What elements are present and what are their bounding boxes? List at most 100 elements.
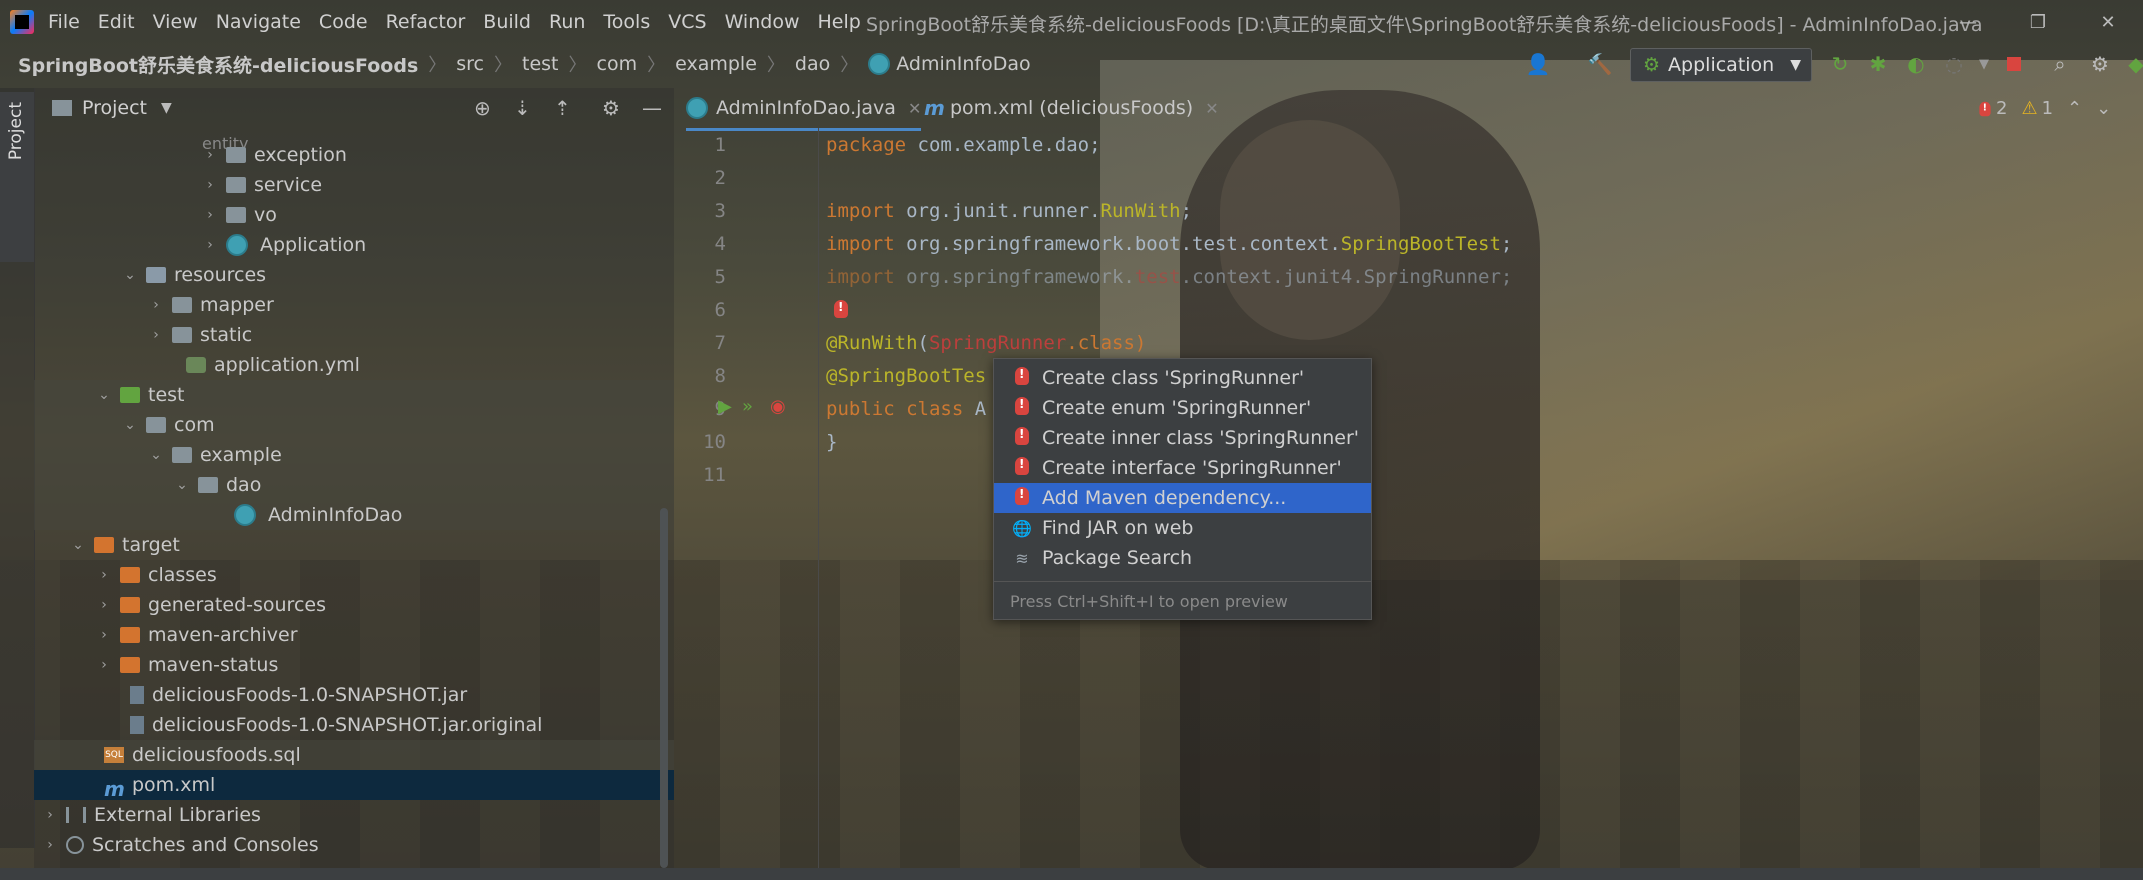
menu-view[interactable]: View	[153, 11, 198, 33]
chevron-right-icon[interactable]: ›	[34, 657, 112, 673]
chevron-right-icon[interactable]: ›	[34, 567, 112, 583]
breadcrumb-com[interactable]: com	[597, 53, 638, 75]
menu-file[interactable]: File	[48, 11, 80, 33]
menu-edit[interactable]: Edit	[98, 11, 135, 33]
popup-item-create-class[interactable]: Create class 'SpringRunner'	[994, 363, 1371, 393]
chevron-right-icon[interactable]: ›	[34, 837, 58, 853]
tab-pom-xml[interactable]: m pom.xml (deliciousFoods) ✕	[924, 88, 1219, 128]
inspection-widget[interactable]: 2 ⚠ 1 ⌃ ⌄	[1978, 98, 2111, 119]
chevron-right-icon[interactable]: ›	[34, 327, 164, 343]
menu-vcs[interactable]: VCS	[668, 11, 706, 33]
tree-row-com[interactable]: ⌄ com	[34, 410, 674, 440]
tree-row-example[interactable]: ⌄ example	[34, 440, 674, 470]
menu-build[interactable]: Build	[483, 11, 531, 33]
tree-row-vo[interactable]: › vo	[34, 200, 674, 230]
tree-row-service[interactable]: › service	[34, 170, 674, 200]
tree-row-application-yml[interactable]: application.yml	[34, 350, 674, 380]
chevron-right-icon[interactable]: ›	[34, 597, 112, 613]
tree-row-admininfodao[interactable]: AdminInfoDao	[34, 500, 674, 530]
chevron-right-icon[interactable]: ›	[34, 627, 112, 643]
run-gutter-icon[interactable]: »	[742, 396, 753, 417]
popup-item-create-enum[interactable]: Create enum 'SpringRunner'	[994, 393, 1371, 423]
close-tab-icon[interactable]: ✕	[1205, 99, 1218, 118]
collapse-all-icon[interactable]: ⇡	[554, 96, 571, 120]
user-icon[interactable]: 👤	[1526, 52, 1551, 76]
intellij-logo-icon[interactable]	[10, 10, 34, 34]
chevron-right-icon[interactable]: ›	[34, 297, 164, 313]
chevron-down-icon[interactable]: ⌄	[34, 267, 138, 283]
tree-row-maven-archiver[interactable]: › maven-archiver	[34, 620, 674, 650]
chevron-down-icon[interactable]: ⌄	[34, 417, 138, 433]
panel-settings-icon[interactable]: ⚙	[602, 96, 620, 120]
popup-item-create-interface[interactable]: Create interface 'SpringRunner'	[994, 453, 1371, 483]
menu-code[interactable]: Code	[319, 11, 368, 33]
chevron-down-icon[interactable]: ⌄	[34, 477, 190, 493]
popup-item-create-inner-class[interactable]: Create inner class 'SpringRunner'	[994, 423, 1371, 453]
menu-window[interactable]: Window	[725, 11, 800, 33]
breadcrumb-project[interactable]: SpringBoot舒乐美食系统-deliciousFoods	[18, 51, 418, 78]
project-tool-tab[interactable]: Project	[0, 92, 34, 262]
tree-row-static[interactable]: › static	[34, 320, 674, 350]
tree-row-external-libraries[interactable]: › External Libraries	[34, 800, 674, 830]
breadcrumb-dao[interactable]: dao	[795, 53, 830, 75]
restore-icon[interactable]: ❐	[2003, 0, 2073, 44]
error-bulb-icon[interactable]	[834, 300, 848, 322]
run-configuration-select[interactable]: ⚙ Application ▼	[1630, 48, 1812, 82]
chevron-right-icon[interactable]: ›	[34, 207, 218, 223]
bean-icon[interactable]: ◉	[770, 396, 786, 417]
tree-row-scratches[interactable]: › Scratches and Consoles	[34, 830, 674, 860]
menu-navigate[interactable]: Navigate	[216, 11, 301, 33]
tree-row-application[interactable]: › Application	[34, 230, 674, 260]
tree-row-exception[interactable]: › exception	[34, 140, 674, 170]
chevron-down-icon[interactable]: ⌄	[34, 447, 164, 463]
project-scrollbar[interactable]	[660, 508, 668, 868]
popup-item-package-search[interactable]: ≋ Package Search	[994, 543, 1371, 573]
locate-icon[interactable]: ⊕	[474, 96, 491, 120]
tree-row-target[interactable]: ⌄ target	[34, 530, 674, 560]
breadcrumb-test[interactable]: test	[522, 53, 559, 75]
tree-row-jar[interactable]: deliciousFoods-1.0-SNAPSHOT.jar	[34, 680, 674, 710]
coverage-icon[interactable]: ◐	[1904, 52, 1928, 76]
plugin-icon[interactable]: ◆	[2124, 52, 2143, 76]
close-tab-icon[interactable]: ✕	[908, 99, 921, 118]
previous-highlight-icon[interactable]: ⌃	[2067, 98, 2082, 119]
hammer-icon[interactable]: 🔨	[1588, 52, 1613, 76]
tree-row-sql[interactable]: SQL deliciousfoods.sql	[34, 740, 674, 770]
chevron-right-icon[interactable]: ›	[34, 807, 58, 823]
tree-row-mapper[interactable]: › mapper	[34, 290, 674, 320]
popup-item-find-jar[interactable]: 🌐 Find JAR on web	[994, 513, 1371, 543]
minimize-icon[interactable]: —	[1933, 0, 2003, 44]
chevron-right-icon[interactable]: ›	[34, 177, 218, 193]
tree-row-pom[interactable]: m pom.xml	[34, 770, 674, 801]
tree-row-test[interactable]: ⌄ test	[34, 380, 674, 410]
next-highlight-icon[interactable]: ⌄	[2096, 98, 2111, 119]
chevron-down-icon[interactable]: ⌄	[34, 387, 112, 403]
breadcrumb-example[interactable]: example	[675, 53, 757, 75]
tree-row-resources[interactable]: ⌄ resources	[34, 260, 674, 290]
search-icon[interactable]: ⌕	[2048, 52, 2072, 76]
rerun-icon[interactable]: ↻	[1828, 52, 1852, 76]
expand-all-icon[interactable]: ⇣	[514, 96, 531, 120]
tree-row-maven-status[interactable]: › maven-status	[34, 650, 674, 680]
more-run-options-icon[interactable]: ▼	[1972, 52, 1996, 76]
chevron-right-icon[interactable]: ›	[34, 237, 218, 253]
stop-icon[interactable]	[2002, 52, 2026, 76]
settings-gear-icon[interactable]: ⚙	[2088, 52, 2112, 76]
tree-row-jar-original[interactable]: deliciousFoods-1.0-SNAPSHOT.jar.original	[34, 710, 674, 740]
breadcrumb-file[interactable]: AdminInfoDao	[868, 53, 1031, 75]
chevron-right-icon[interactable]: ›	[34, 147, 218, 163]
menu-help[interactable]: Help	[817, 11, 860, 33]
chevron-down-icon[interactable]: ⌄	[34, 537, 86, 553]
close-icon[interactable]: ✕	[2073, 0, 2143, 44]
tab-admininfodao[interactable]: AdminInfoDao.java ✕	[686, 88, 922, 131]
debug-icon[interactable]: ✱	[1866, 52, 1890, 76]
project-panel-title[interactable]: Project	[82, 97, 147, 119]
profile-icon[interactable]: ◌	[1942, 52, 1966, 76]
run-test-icon[interactable]: ▶	[718, 396, 732, 417]
popup-item-add-maven-dependency[interactable]: Add Maven dependency...	[994, 483, 1371, 513]
chevron-down-icon[interactable]: ▼	[161, 100, 172, 116]
menu-refactor[interactable]: Refactor	[386, 11, 466, 33]
tree-row-dao[interactable]: ⌄ dao	[34, 470, 674, 500]
hide-panel-icon[interactable]: —	[642, 96, 662, 120]
menu-tools[interactable]: Tools	[603, 11, 650, 33]
